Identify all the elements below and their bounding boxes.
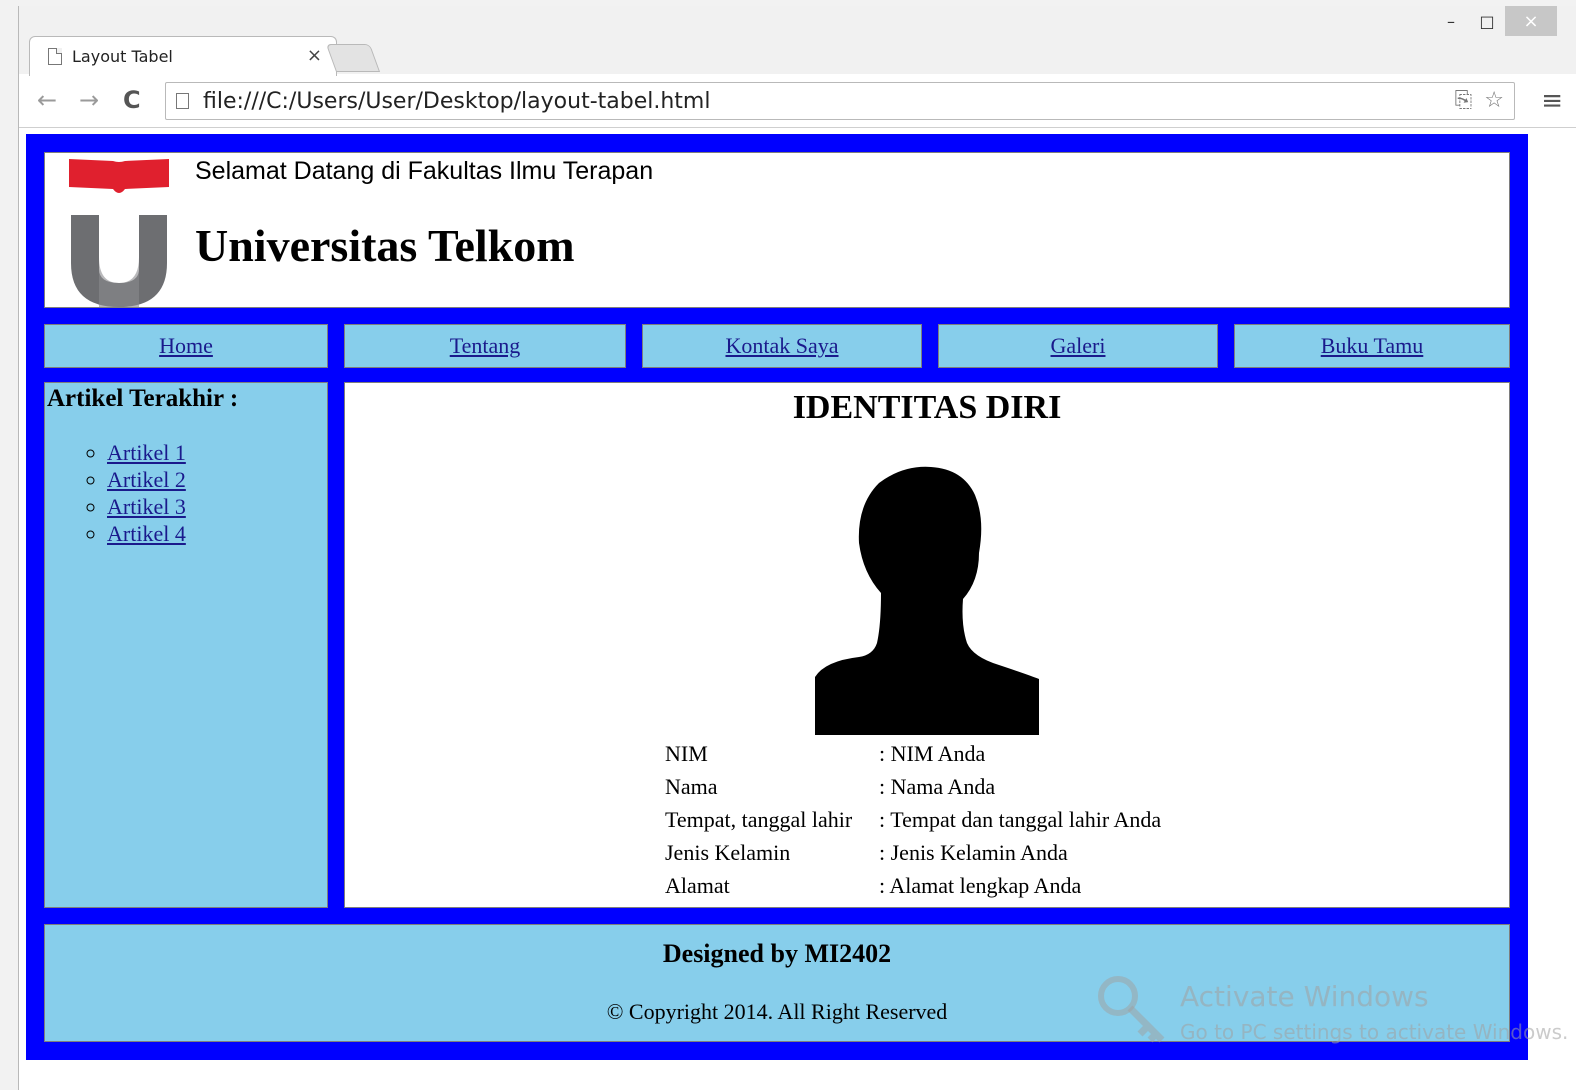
key-icon	[1098, 976, 1165, 1043]
browser-toolbar: ← → C file:///C:/Users/User/Desktop/layo…	[19, 76, 1576, 128]
university-title: Universitas Telkom	[195, 220, 575, 271]
telkom-university-logo	[69, 159, 169, 307]
back-icon[interactable]: ←	[37, 86, 57, 114]
article-list: Artikel 1 Artikel 2 Artikel 3 Artikel 4	[47, 439, 325, 547]
welcome-text: Selamat Datang di Fakultas Ilmu Terapan	[195, 157, 654, 185]
table-row: Alamat : Alamat lengkap Anda	[665, 869, 1161, 902]
translate-icon[interactable]: ⎘	[1455, 88, 1473, 113]
reload-icon[interactable]: C	[123, 86, 141, 114]
browser-tab[interactable]: Layout Tabel ×	[29, 36, 337, 76]
tab-title: Layout Tabel	[72, 47, 173, 66]
new-tab-button[interactable]	[325, 44, 381, 72]
article-link[interactable]: Artikel 3	[107, 494, 186, 519]
menu-link-home[interactable]: Home	[159, 333, 213, 359]
menu-cell-home: Home	[44, 324, 328, 368]
article-link[interactable]: Artikel 4	[107, 521, 186, 546]
menu-link-buku-tamu[interactable]: Buku Tamu	[1321, 333, 1424, 359]
sidebar-title: Artikel Terakhir :	[47, 385, 239, 412]
content-title: IDENTITAS DIRI	[792, 389, 1062, 426]
identity-table: NIM : NIM Anda Nama : Nama Anda Tempat, …	[665, 737, 1161, 902]
field-label: Tempat, tanggal lahir	[665, 806, 853, 832]
header-cell: Selamat Datang di Fakultas Ilmu Terapan …	[44, 152, 1510, 308]
minimize-button[interactable]: –	[1433, 6, 1469, 36]
chrome-menu-icon[interactable]: ≡	[1541, 86, 1563, 116]
activate-windows-watermark: Activate Windows Go to PC settings to ac…	[1096, 972, 1569, 1052]
table-row: Nama : Nama Anda	[665, 770, 1161, 803]
profile-silhouette-image	[815, 466, 1039, 735]
watermark-subtitle: Go to PC settings to activate Windows.	[1180, 1020, 1569, 1044]
field-label: Nama	[665, 773, 718, 799]
menu-link-galeri[interactable]: Galeri	[1051, 333, 1106, 359]
forward-icon[interactable]: →	[79, 86, 99, 114]
sidebar: Artikel Terakhir : Artikel 1 Artikel 2 A…	[44, 382, 328, 908]
article-link[interactable]: Artikel 2	[107, 467, 186, 492]
field-value: : Jenis Kelamin Anda	[879, 839, 1068, 865]
menu-cell-tentang: Tentang	[344, 324, 626, 368]
page-icon	[176, 93, 189, 109]
watermark-title: Activate Windows	[1180, 980, 1429, 1013]
omnibox-actions: ⎘ ☆	[1455, 88, 1504, 113]
menu-link-tentang[interactable]: Tentang	[450, 333, 521, 359]
table-row: Tempat, tanggal lahir : Tempat dan tangg…	[665, 803, 1161, 836]
field-value: : NIM Anda	[879, 740, 986, 766]
article-link[interactable]: Artikel 1	[107, 440, 186, 465]
url-text[interactable]: file:///C:/Users/User/Desktop/layout-tab…	[203, 89, 710, 114]
content-cell: IDENTITAS DIRI NIM : NIM Anda Nama : Nam…	[344, 382, 1510, 908]
page-layout-table: Selamat Datang di Fakultas Ilmu Terapan …	[26, 134, 1528, 1060]
field-value: : Nama Anda	[879, 773, 996, 799]
bookmark-star-icon[interactable]: ☆	[1484, 88, 1504, 113]
designed-by-text: Designed by MI2402	[662, 939, 892, 968]
menu-cell-bukutamu: Buku Tamu	[1234, 324, 1510, 368]
address-bar[interactable]: file:///C:/Users/User/Desktop/layout-tab…	[165, 82, 1515, 120]
document-icon	[48, 48, 62, 65]
list-item: Artikel 3	[107, 493, 325, 520]
list-item: Artikel 1	[107, 439, 325, 466]
list-item: Artikel 2	[107, 466, 325, 493]
field-label: Alamat	[665, 872, 730, 898]
field-label: Jenis Kelamin	[665, 839, 791, 865]
table-row: NIM : NIM Anda	[665, 737, 1161, 770]
field-value: : Alamat lengkap Anda	[879, 872, 1082, 898]
list-item: Artikel 4	[107, 520, 325, 547]
menu-link-kontak-saya[interactable]: Kontak Saya	[725, 333, 838, 359]
menu-cell-galeri: Galeri	[938, 324, 1218, 368]
table-row: Jenis Kelamin : Jenis Kelamin Anda	[665, 836, 1161, 869]
field-value: : Tempat dan tanggal lahir Anda	[879, 806, 1162, 832]
window-controls: – □ ×	[1433, 6, 1557, 36]
tab-close-icon[interactable]: ×	[307, 45, 322, 66]
close-window-button[interactable]: ×	[1505, 6, 1557, 36]
menu-cell-kontak: Kontak Saya	[642, 324, 922, 368]
browser-tabstrip: Layout Tabel × – □ ×	[19, 6, 1576, 76]
field-label: NIM	[665, 740, 708, 766]
maximize-button[interactable]: □	[1469, 6, 1505, 36]
